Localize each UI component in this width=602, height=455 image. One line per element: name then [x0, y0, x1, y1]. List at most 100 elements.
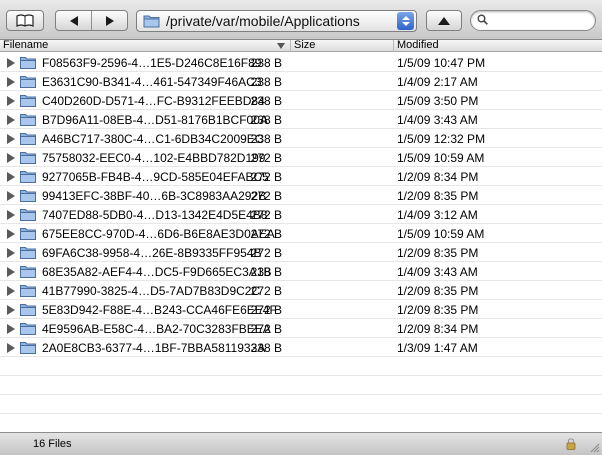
file-row[interactable]: 9277065B-FB4B-4…9CD-585E04EFABC5 272 B 1/2… [0, 167, 602, 186]
folder-icon [20, 76, 36, 88]
file-modified: 1/4/09 3:12 AM [397, 208, 478, 222]
folder-icon [20, 190, 36, 202]
file-row[interactable]: 7407ED88-5DB0-4…D13-1342E4D5E4B8 272 B 1/4… [0, 205, 602, 224]
lock-icon[interactable] [566, 438, 576, 450]
file-name: 75758032-EEC0-4…102-E4BBD782D199 [42, 151, 266, 165]
file-row[interactable]: 4E9596AB-E58C-4…BA2-70C3283FBEEA 272 B 1/2… [0, 319, 602, 338]
disclosure-triangle-icon[interactable] [7, 134, 15, 144]
disclosure-triangle-icon[interactable] [7, 267, 15, 277]
file-modified: 1/2/09 8:35 PM [397, 303, 479, 317]
file-size: 238 B [250, 341, 282, 355]
column-header: Filename Size Modified [0, 40, 602, 52]
column-size[interactable]: Size [291, 40, 394, 52]
file-modified: 1/5/09 12:32 PM [397, 132, 486, 146]
folder-icon [20, 171, 36, 183]
folder-icon [20, 57, 36, 69]
file-modified: 1/5/09 10:47 PM [397, 56, 486, 70]
column-modified[interactable]: Modified [394, 40, 602, 52]
empty-row [0, 357, 602, 376]
resize-grip-icon[interactable] [589, 442, 600, 453]
file-count: 16 Files [33, 438, 72, 450]
file-size: 272 B [250, 189, 282, 203]
forward-button[interactable] [91, 11, 127, 30]
file-size: 272 B [250, 208, 282, 222]
file-name: C40D260D-D571-4…FC-B9312FEEBD84 [42, 94, 265, 108]
file-name: B7D96A11-08EB-4…D51-8176B1BCF00A [42, 113, 268, 127]
disclosure-triangle-icon[interactable] [7, 248, 15, 258]
file-row[interactable]: 75758032-EEC0-4…102-E4BBD782D199 272 B 1/5… [0, 148, 602, 167]
file-row[interactable]: 5E83D942-F88E-4…B243-CCA46FE6EE4F 272 B 1/… [0, 300, 602, 319]
folder-icon [20, 114, 36, 126]
back-arrow-icon [69, 15, 78, 26]
file-name: E3631C90-B341-4…461-547349F46AC3 [42, 75, 262, 89]
back-button[interactable] [56, 11, 91, 30]
file-name: 5E83D942-F88E-4…B243-CCA46FE6EE4F [42, 303, 277, 317]
file-size: 238 B [250, 56, 282, 70]
disclosure-triangle-icon[interactable] [7, 77, 15, 87]
file-row[interactable]: C40D260D-D571-4…FC-B9312FEEBD84 238 B 1/5/… [0, 91, 602, 110]
disclosure-triangle-icon[interactable] [7, 96, 15, 106]
file-size: 238 B [250, 75, 282, 89]
disclosure-triangle-icon[interactable] [7, 153, 15, 163]
forward-arrow-icon [105, 15, 114, 26]
column-filename[interactable]: Filename [0, 40, 291, 52]
file-name: 69FA6C38-9958-4…26E-8B9335FF954B [42, 246, 262, 260]
file-modified: 1/2/09 8:35 PM [397, 189, 479, 203]
file-row[interactable]: 69FA6C38-9958-4…26E-8B9335FF954B 272 B 1/2… [0, 243, 602, 262]
disclosure-triangle-icon[interactable] [7, 343, 15, 353]
file-size: 238 B [250, 94, 282, 108]
disclosure-triangle-icon[interactable] [7, 191, 15, 201]
folder-icon [20, 152, 36, 164]
file-name: 4E9596AB-E58C-4…BA2-70C3283FBEEA [42, 322, 271, 336]
file-size: 272 B [250, 303, 282, 317]
empty-row [0, 395, 602, 414]
file-modified: 1/2/09 8:34 PM [397, 322, 479, 336]
search-field[interactable] [470, 10, 596, 31]
file-name: A46BC717-380C-4…C1-6DB34C2009EC [42, 132, 264, 146]
disclosure-triangle-icon[interactable] [7, 58, 15, 68]
file-name: 68E35A82-AEF4-4…DC5-F9D665EC3A1B [42, 265, 272, 279]
file-row[interactable]: 41B77990-3825-4…D5-7AD7B83D9C2C 272 B 1/2/… [0, 281, 602, 300]
file-name: 7407ED88-5DB0-4…D13-1342E4D5E4B8 [42, 208, 268, 222]
file-row[interactable]: F08563F9-2596-4…1E5-D246C8E16F89 238 B 1/5… [0, 53, 602, 72]
file-modified: 1/4/09 3:43 AM [397, 113, 478, 127]
folder-icon [143, 15, 160, 28]
file-size: 272 B [250, 246, 282, 260]
navigation-buttons [55, 10, 128, 31]
disclosure-triangle-icon[interactable] [7, 229, 15, 239]
file-row[interactable]: A46BC717-380C-4…C1-6DB34C2009EC 238 B 1/5/… [0, 129, 602, 148]
disclosure-triangle-icon[interactable] [7, 210, 15, 220]
folder-icon [20, 304, 36, 316]
file-size: 272 B [250, 284, 282, 298]
file-modified: 1/5/09 10:59 AM [397, 151, 485, 165]
folder-icon [20, 342, 36, 354]
file-size: 272 B [250, 151, 282, 165]
path-popup-button[interactable]: /private/var/mobile/Applications [136, 10, 417, 32]
disclosure-triangle-icon[interactable] [7, 324, 15, 334]
file-row[interactable]: E3631C90-B341-4…461-547349F46AC3 238 B 1/4… [0, 72, 602, 91]
file-row[interactable]: 99413EFC-38BF-40…6B-3C8983AA292B 272 B 1/2… [0, 186, 602, 205]
file-row[interactable]: 675EE8CC-970D-4…6D6-B6E8AE3D0AEA 272 B 1/5… [0, 224, 602, 243]
folder-icon [20, 209, 36, 221]
eject-icon [438, 16, 450, 25]
folder-icon [20, 323, 36, 335]
folder-icon [20, 266, 36, 278]
file-name: 41B77990-3825-4…D5-7AD7B83D9C2C [42, 284, 261, 298]
disclosure-triangle-icon[interactable] [7, 172, 15, 182]
file-row[interactable]: 2A0E8CB3-6377-4…1BF-7BBA5811933A 238 B 1/3… [0, 338, 602, 357]
file-size: 238 B [250, 265, 282, 279]
empty-row [0, 376, 602, 395]
disclosure-triangle-icon[interactable] [7, 115, 15, 125]
column-filename-label: Filename [3, 39, 49, 51]
file-row[interactable]: B7D96A11-08EB-4…D51-8176B1BCF00A 238 B 1/4… [0, 110, 602, 129]
disclosure-triangle-icon[interactable] [7, 286, 15, 296]
eject-button[interactable] [426, 10, 462, 31]
folder-icon [20, 133, 36, 145]
file-size: 272 B [250, 227, 282, 241]
disclosure-triangle-icon[interactable] [7, 305, 15, 315]
bookmarks-button[interactable] [6, 10, 44, 31]
current-path: /private/var/mobile/Applications [166, 13, 360, 29]
file-row[interactable]: 68E35A82-AEF4-4…DC5-F9D665EC3A1B 238 B 1/4… [0, 262, 602, 281]
sort-descending-icon [277, 43, 285, 49]
file-size: 272 B [250, 322, 282, 336]
